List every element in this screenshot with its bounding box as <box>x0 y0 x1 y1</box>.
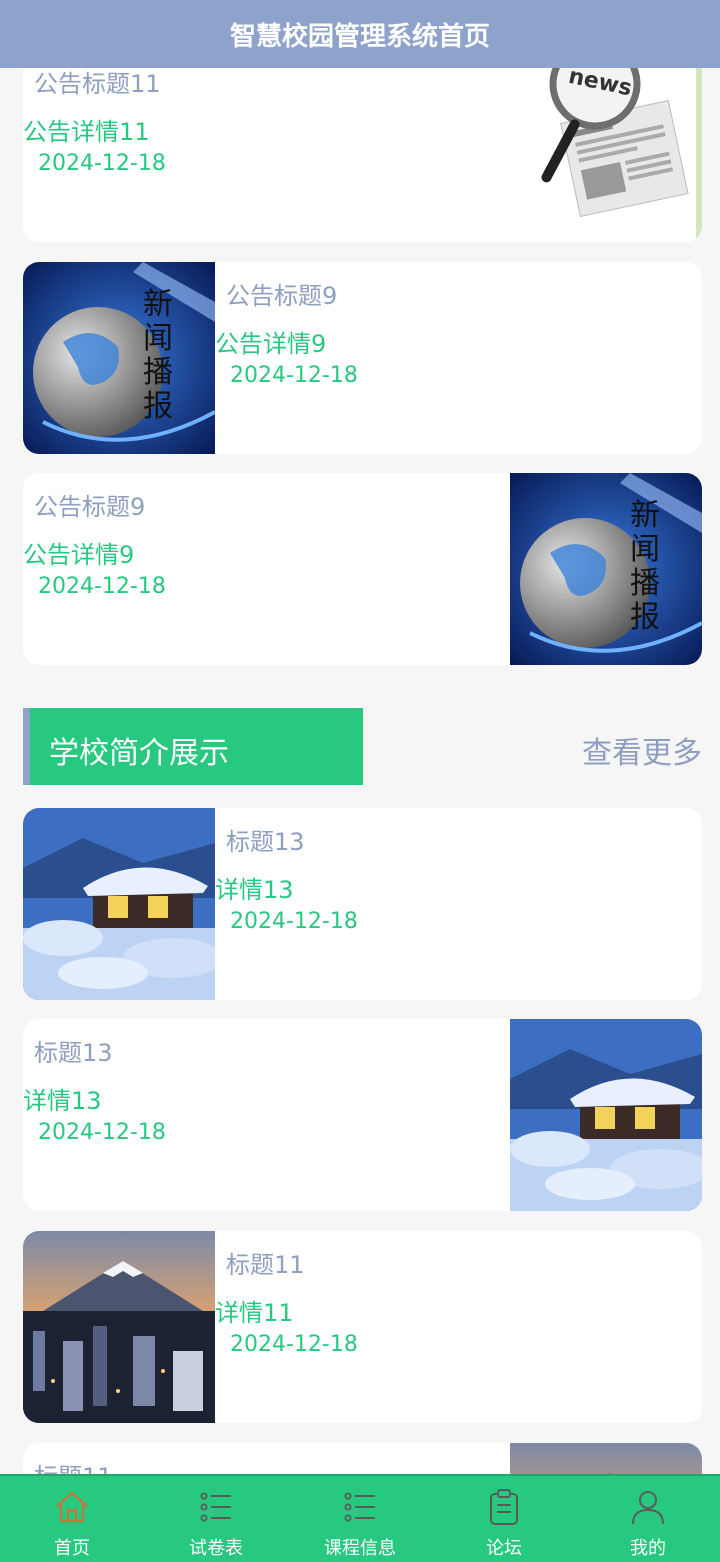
intro-card[interactable]: 标题11 详情11 2024-12-18 <box>23 1231 702 1423</box>
tab-label: 首页 <box>54 1538 90 1559</box>
intro-date: 2024-12-18 <box>38 1120 166 1145</box>
announcement-date: 2024-12-18 <box>38 151 166 176</box>
view-more-link[interactable]: 查看更多 <box>582 728 702 772</box>
clipboard-icon <box>490 1489 518 1525</box>
mountain-city-image <box>23 1231 215 1423</box>
snow-cabin-image <box>23 808 215 1000</box>
section-accent-bar <box>23 708 30 785</box>
tab-exam-papers[interactable]: 试卷表 <box>144 1476 288 1562</box>
intro-title: 标题13 <box>226 828 305 856</box>
home-icon <box>56 1491 88 1523</box>
announcement-date: 2024-12-18 <box>230 363 358 388</box>
announcement-detail: 公告详情9 <box>23 541 135 569</box>
tab-mine[interactable]: 我的 <box>576 1476 720 1562</box>
intro-detail: 详情13 <box>23 1087 102 1115</box>
intro-detail: 详情13 <box>215 876 294 904</box>
user-icon <box>632 1491 664 1525</box>
globe-news-image: 新闻播报 <box>510 473 702 665</box>
intro-detail: 详情11 <box>215 1299 294 1327</box>
announcement-card[interactable]: 公告标题9 公告详情9 2024-12-18 新闻播报 <box>23 473 702 665</box>
snow-cabin-image <box>510 1019 702 1211</box>
news-magnifier-image: news <box>510 42 702 242</box>
intro-card[interactable]: 标题13 详情13 2024-12-18 <box>23 1019 702 1211</box>
globe-news-image: 新闻播报 <box>23 262 215 454</box>
list-icon <box>344 1492 375 1522</box>
news-broadcast-caption: 新闻播报 <box>630 498 660 635</box>
intro-card[interactable]: 标题13 详情13 2024-12-18 <box>23 808 702 1000</box>
bottom-tab-bar: 首页 试卷表 课程信息 论坛 我的 <box>0 1474 720 1562</box>
tab-course-info[interactable]: 课程信息 <box>288 1476 432 1562</box>
announcement-detail: 公告详情11 <box>23 118 150 146</box>
announcement-card[interactable]: 公告标题11 公告详情11 2024-12-18 news <box>23 42 702 242</box>
announcement-title: 公告标题11 <box>34 70 161 98</box>
page-title: 智慧校园管理系统首页 <box>229 21 490 52</box>
intro-date: 2024-12-18 <box>230 1332 358 1357</box>
section-title: 学校简介展示 <box>49 736 229 771</box>
announcement-detail: 公告详情9 <box>215 330 327 358</box>
list-icon <box>200 1492 231 1522</box>
tab-label: 试卷表 <box>189 1538 243 1559</box>
news-broadcast-caption: 新闻播报 <box>143 287 173 424</box>
tab-forum[interactable]: 论坛 <box>432 1476 576 1562</box>
intro-date: 2024-12-18 <box>230 909 358 934</box>
intro-title: 标题11 <box>226 1251 305 1279</box>
announcement-title: 公告标题9 <box>34 493 146 521</box>
announcement-title: 公告标题9 <box>226 282 338 310</box>
app-header: 智慧校园管理系统首页 <box>0 0 720 68</box>
tab-home[interactable]: 首页 <box>0 1476 144 1562</box>
announcement-card[interactable]: 新闻播报 公告标题9 公告详情9 2024-12-18 <box>23 262 702 454</box>
tab-label: 我的 <box>630 1538 666 1559</box>
tab-label: 课程信息 <box>324 1538 396 1559</box>
section-header: 学校简介展示 <box>23 708 363 785</box>
intro-title: 标题13 <box>34 1039 113 1067</box>
page-content: 公告标题11 公告详情11 2024-12-18 news 新闻播报 公告标题9… <box>0 0 720 1560</box>
tab-label: 论坛 <box>486 1538 522 1559</box>
announcement-date: 2024-12-18 <box>38 574 166 599</box>
